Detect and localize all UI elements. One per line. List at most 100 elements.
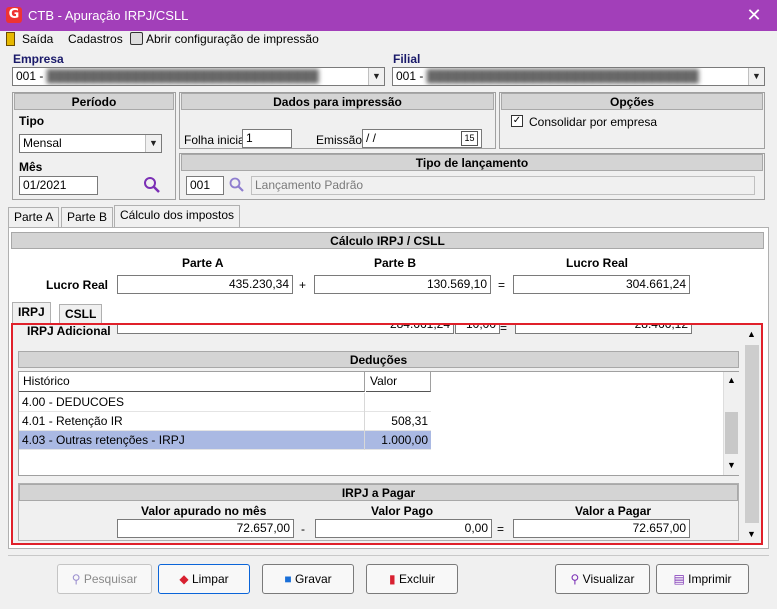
tab-parte-a[interactable]: Parte A: [8, 207, 60, 227]
irpj-adicional-value[interactable]: 28.466,12: [515, 325, 692, 334]
tipo-select[interactable]: Mensal: [19, 134, 162, 153]
scroll-thumb[interactable]: [745, 345, 759, 523]
filial-select[interactable]: 001 - ████████████████████████████████: [392, 67, 765, 86]
col-historico-header[interactable]: Histórico: [19, 372, 365, 392]
apurado-label: Valor apurado no mês: [141, 504, 267, 518]
printer-icon: ▤: [673, 572, 685, 586]
imprimir-label: Imprimir: [688, 572, 732, 586]
visualizar-label: Visualizar: [582, 572, 635, 586]
historico-cell: 4.01 - Retenção IR: [19, 412, 365, 431]
empresa-value: 001 -: [16, 69, 44, 83]
eraser-icon: ◆: [179, 572, 189, 586]
lancamento-desc-text: Lançamento Padrão: [255, 178, 364, 192]
parte-b-input[interactable]: 130.569,10: [314, 275, 491, 294]
close-icon[interactable]: ✕: [742, 4, 766, 26]
equals-sign: =: [497, 522, 505, 536]
tab-parte-b[interactable]: Parte B: [61, 207, 114, 227]
emissao-value: / /: [366, 131, 377, 145]
door-icon: [6, 32, 15, 46]
mes-label: Mês: [19, 160, 43, 174]
deducoes-title: Deduções: [18, 351, 739, 368]
divider: [8, 555, 769, 556]
empresa-redacted: ████████████████████████████████: [46, 69, 319, 83]
chevron-down-icon[interactable]: ▼: [747, 529, 756, 539]
filial-label: Filial: [393, 52, 421, 66]
pesquisar-button[interactable]: ⚲ Pesquisar: [57, 564, 152, 594]
parte-b-header: Parte B: [374, 256, 417, 270]
visualizar-button[interactable]: ⚲ Visualizar: [555, 564, 650, 594]
search-icon: ⚲: [570, 572, 580, 586]
lucro-real-row-label: Lucro Real: [46, 278, 109, 292]
mes-value: 01/2021: [23, 178, 67, 192]
periodo-title: Período: [14, 93, 174, 110]
historico-cell: 4.00 - DEDUCOES: [19, 393, 365, 412]
parte-a-header: Parte A: [182, 256, 224, 270]
menu-print-config[interactable]: Abrir configuração de impressão: [146, 32, 319, 46]
folha-label: Folha inicial: [184, 133, 248, 147]
pagar-label: Valor a Pagar: [575, 504, 652, 518]
irpj-adicional-base[interactable]: 284.661,24: [117, 325, 454, 334]
tab-csll[interactable]: CSLL: [59, 304, 103, 324]
parte-a-input[interactable]: 435.230,34: [117, 275, 293, 294]
menu-bar: Saída Cadastros Abrir configuração de im…: [0, 31, 777, 49]
save-icon: ■: [284, 572, 292, 586]
lucro-real-header: Lucro Real: [566, 256, 629, 270]
folha-input[interactable]: 1: [242, 129, 292, 148]
chevron-up-icon[interactable]: ▲: [727, 375, 736, 385]
apurado-input[interactable]: 72.657,00: [117, 519, 294, 538]
lancamento-code-input[interactable]: 001: [186, 176, 224, 195]
pesquisar-label: Pesquisar: [83, 572, 138, 586]
irpj-content-highlight: IRPJ Adicional 284.661,24 10,00 = 28.466…: [11, 323, 763, 545]
mes-input[interactable]: 01/2021: [19, 176, 98, 195]
gravar-button[interactable]: ■ Gravar: [262, 564, 354, 594]
col-valor-header[interactable]: Valor: [366, 372, 431, 392]
trash-icon: ▮: [389, 572, 396, 586]
chevron-up-icon[interactable]: ▲: [747, 329, 756, 339]
table-row-selected[interactable]: 4.03 - Outras retenções - IRPJ 1.000,00: [19, 431, 431, 450]
scroll-thumb[interactable]: [725, 412, 738, 454]
limpar-label: Limpar: [191, 572, 229, 586]
pagar-input[interactable]: 72.657,00: [513, 519, 690, 538]
equals-sign: =: [498, 278, 506, 292]
valor-cell: 1.000,00: [381, 433, 428, 447]
folha-value: 1: [246, 131, 253, 145]
historico-cell: 4.03 - Outras retenções - IRPJ: [19, 431, 365, 450]
window-title: CTB - Apuração IRPJ/CSLL: [28, 8, 189, 23]
chevron-down-icon[interactable]: ▼: [727, 460, 736, 470]
imprimir-button[interactable]: ▤ Imprimir: [656, 564, 749, 594]
chevron-down-icon[interactable]: ▼: [368, 68, 384, 85]
gravar-label: Gravar: [294, 572, 332, 586]
lucro-real-input[interactable]: 304.661,24: [513, 275, 690, 294]
search-icon[interactable]: [143, 176, 161, 194]
chevron-down-icon[interactable]: ▼: [145, 135, 161, 152]
title-bar: G CTB - Apuração IRPJ/CSLL ✕: [0, 0, 777, 31]
tipo-value: Mensal: [23, 136, 62, 150]
printer-icon: [130, 32, 143, 45]
table-row[interactable]: 4.01 - Retenção IR 508,31: [19, 412, 431, 431]
excluir-label: Excluir: [398, 572, 435, 586]
limpar-button[interactable]: ◆ Limpar: [158, 564, 250, 594]
content-scrollbar[interactable]: ▲ ▼: [743, 325, 761, 543]
chevron-down-icon[interactable]: ▼: [748, 68, 764, 85]
pago-label: Valor Pago: [371, 504, 434, 518]
tab-irpj[interactable]: IRPJ: [12, 302, 51, 324]
irpj-adicional-label: IRPJ Adicional: [27, 325, 111, 338]
excluir-button[interactable]: ▮ Excluir: [366, 564, 458, 594]
plus-sign: +: [299, 278, 307, 292]
valor-cell: 508,31: [391, 414, 428, 428]
grid-scrollbar[interactable]: ▲ ▼: [723, 372, 739, 475]
calendar-icon[interactable]: 15: [461, 131, 478, 146]
table-row[interactable]: 4.00 - DEDUCOES: [19, 393, 431, 412]
consolidar-checkbox[interactable]: ✓: [511, 115, 523, 127]
deducoes-grid: Histórico Valor 4.00 - DEDUCOES 4.01 - R…: [18, 371, 739, 476]
irpj-adicional-pct[interactable]: 10,00: [455, 325, 500, 334]
pago-input[interactable]: 0,00: [315, 519, 492, 538]
menu-exit[interactable]: Saída: [22, 32, 53, 46]
consolidar-label: Consolidar por empresa: [529, 115, 658, 129]
search-icon[interactable]: [229, 177, 245, 193]
lancamento-code: 001: [190, 178, 211, 192]
menu-registers[interactable]: Cadastros: [68, 32, 123, 46]
tab-calculo[interactable]: Cálculo dos impostos: [114, 205, 241, 227]
empresa-select[interactable]: 001 - ████████████████████████████████: [12, 67, 385, 86]
filial-value: 001 -: [396, 69, 424, 83]
